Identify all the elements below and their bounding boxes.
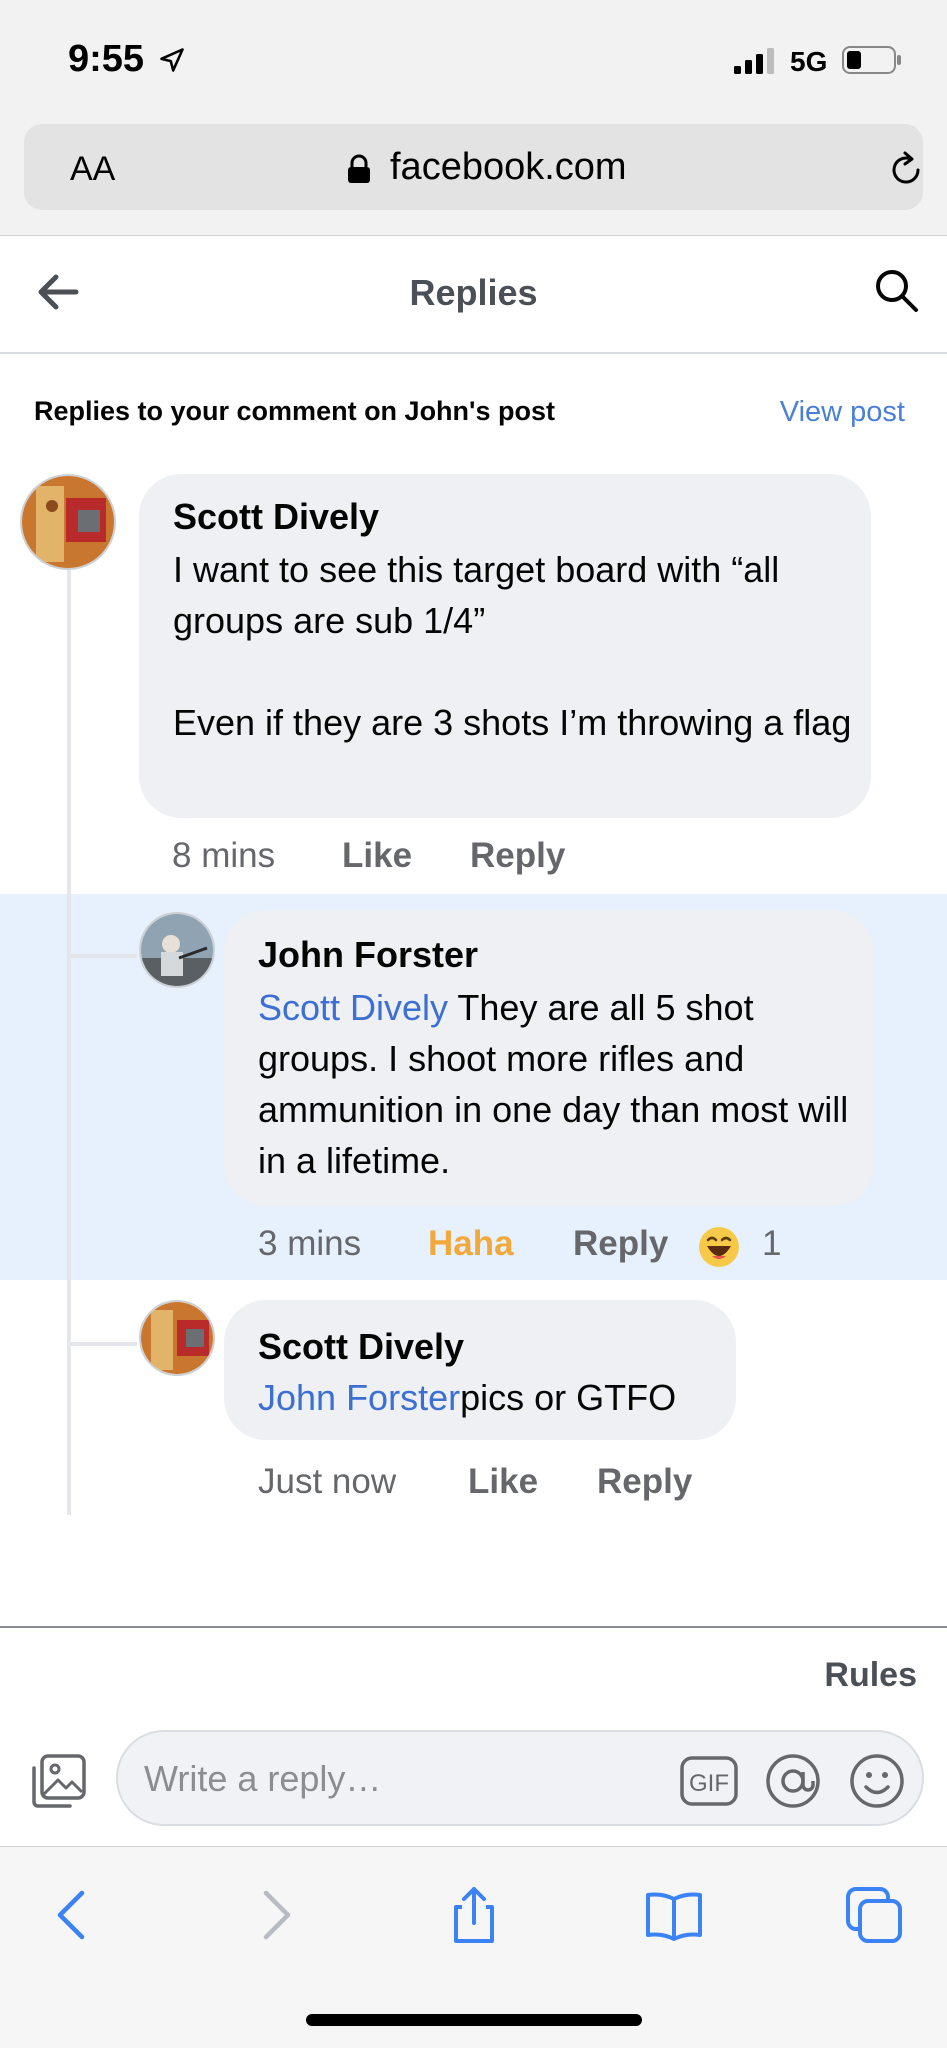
comment-text: I want to see this target board with “al… [173,549,852,743]
url-text: facebook.com [390,146,627,188]
comment-bubble: Scott Dively John Forsterpics or GTFO [224,1300,736,1440]
comment-time[interactable]: 8 mins [172,836,275,876]
view-post-link[interactable]: View post [780,396,905,429]
emoji-icon[interactable] [848,1752,906,1810]
text-size-button[interactable]: AA [70,150,115,189]
reaction-count[interactable]: 1 [762,1224,781,1264]
reply-button[interactable]: Reply [573,1224,668,1264]
battery-icon [842,46,901,74]
replies-header: Replies [0,236,947,354]
comment-text: Scott Dively They are all 5 shot groups.… [258,982,858,1186]
gif-icon[interactable]: GIF [680,1756,738,1806]
avatar-image [141,1302,213,1374]
status-time: 9:55 [68,38,145,80]
like-button[interactable]: Like [342,836,412,876]
like-button[interactable]: Like [468,1462,538,1502]
photo-icon[interactable] [30,1752,88,1810]
reply-button[interactable]: Reply [470,836,565,876]
haha-reaction-button[interactable]: Haha [428,1224,514,1264]
comment-time[interactable]: Just now [258,1462,396,1502]
comment-author[interactable]: Scott Dively [173,496,379,538]
gif-label: GIF [689,1770,729,1797]
search-icon[interactable] [872,266,920,314]
thread-line [67,560,71,1515]
bookmarks-icon[interactable] [644,1885,704,1945]
status-bar: 9:55 5G [0,0,947,120]
browser-back-icon[interactable] [44,1885,104,1945]
comment-text: John Forsterpics or GTFO [258,1372,728,1423]
footer-divider [0,1626,947,1628]
page-title: Replies [409,272,538,313]
home-indicator [306,2014,642,2026]
browser-forward-icon[interactable] [244,1885,304,1945]
location-arrow-icon [160,48,184,72]
share-icon[interactable] [444,1885,504,1945]
address-bar[interactable]: AA facebook.com [24,124,923,210]
thread-branch [71,1342,137,1346]
comment-bubble: Scott Dively I want to see this target b… [139,474,871,818]
avatar[interactable] [139,1300,215,1376]
mention-link[interactable]: Scott Dively [258,987,448,1028]
comment-time[interactable]: 3 mins [258,1224,361,1264]
rules-link[interactable]: Rules [824,1656,917,1695]
tabs-icon[interactable] [844,1885,904,1945]
mention-link[interactable]: John Forster [258,1377,460,1418]
thread-branch [71,954,137,958]
comment-bubble: John Forster Scott Dively They are all 5… [224,910,874,1206]
reload-icon[interactable] [886,150,926,190]
comment-author[interactable]: John Forster [258,934,478,976]
haha-emoji-icon [699,1227,739,1267]
signal-icon [734,48,774,74]
network-label: 5G [790,46,828,77]
avatar[interactable] [20,474,116,570]
avatar[interactable] [139,912,215,988]
lock-icon [348,154,370,183]
comment-author[interactable]: Scott Dively [258,1326,464,1368]
reply-placeholder: Write a reply… [144,1758,382,1799]
browser-url-area: AA facebook.com [0,120,947,236]
mention-at-icon[interactable] [764,1752,822,1810]
replies-context: Replies to your comment on John's post [34,396,555,426]
comment-body-text: pics or GTFO [460,1377,677,1418]
reply-button[interactable]: Reply [597,1462,692,1502]
avatar-image [22,476,114,568]
